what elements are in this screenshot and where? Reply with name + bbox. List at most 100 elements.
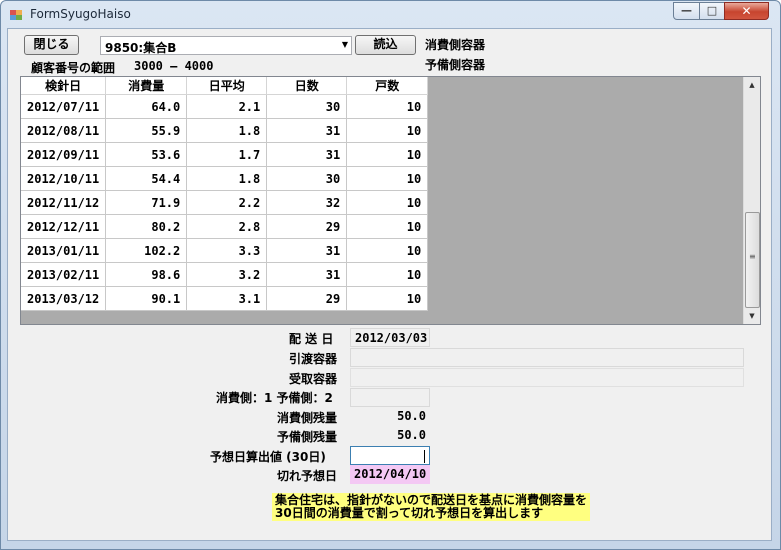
- table-cell[interactable]: 30: [266, 166, 348, 191]
- info-note-line2: 30日間の消費量で割って切れ予想日を算出します: [275, 506, 544, 520]
- table-cell[interactable]: 54.4: [105, 166, 188, 191]
- table-cell[interactable]: 102.2: [105, 238, 188, 263]
- scroll-down-icon[interactable]: ▼: [744, 308, 760, 324]
- consumer-remain-field: 50.0: [350, 407, 430, 426]
- consumer-container-label: 消費側容器: [425, 38, 486, 52]
- table-cell[interactable]: 29: [266, 214, 348, 239]
- read-button[interactable]: 読込: [355, 35, 416, 55]
- table-cell[interactable]: 2012/10/11: [21, 166, 107, 191]
- table-cell[interactable]: 3.1: [186, 286, 268, 311]
- table-cell[interactable]: 1.8: [186, 118, 268, 143]
- forecast-calc-label: 予想日算出値 (30日): [210, 450, 326, 464]
- side-selector-field: [350, 388, 430, 407]
- table-cell[interactable]: 3.3: [186, 238, 268, 263]
- table-cell[interactable]: 90.1: [105, 286, 188, 311]
- title-bar[interactable]: FormSyugoHaiso — □ ✕: [1, 1, 780, 29]
- table-cell[interactable]: 10: [346, 166, 429, 191]
- table-cell[interactable]: 1.8: [186, 166, 268, 191]
- table-cell[interactable]: 2013/02/11: [21, 262, 107, 287]
- table-cell[interactable]: 2012/08/11: [21, 118, 107, 143]
- close-icon: ✕: [741, 4, 752, 18]
- customer-range-label: 顧客番号の範囲: [31, 61, 116, 75]
- readings-table: 検針日 消費量 日平均 日数 戸数 2012/07/11 64.0 2.1 30 10 2…: [21, 77, 429, 311]
- info-note: 集合住宅は、指針がないので配送日を基点に消費側容量を 30日間の消費量で割って切…: [272, 493, 591, 521]
- chevron-down-icon[interactable]: ▼: [342, 40, 348, 49]
- table-cell[interactable]: 2012/07/11: [21, 94, 107, 119]
- combo-value: 9850:集合B: [105, 41, 177, 55]
- table-row[interactable]: 2012/08/11 55.9 1.8 31 10: [21, 118, 429, 143]
- table-cell[interactable]: 10: [346, 238, 429, 263]
- scroll-up-icon[interactable]: ▲: [744, 77, 760, 93]
- table-row[interactable]: 2012/12/11 80.2 2.8 29 10: [21, 214, 429, 239]
- table-cell[interactable]: 10: [346, 214, 429, 239]
- column-header[interactable]: 消費量: [105, 77, 188, 95]
- table-cell[interactable]: 2012/12/11: [21, 214, 107, 239]
- table-cell[interactable]: 30: [266, 94, 348, 119]
- column-header[interactable]: 日平均: [186, 77, 268, 95]
- table-row[interactable]: 2012/10/11 54.4 1.8 30 10: [21, 166, 429, 191]
- table-row[interactable]: 2013/01/11 102.2 3.3 31 10: [21, 238, 429, 263]
- column-header[interactable]: 戸数: [346, 77, 429, 95]
- table-cell[interactable]: 32: [266, 190, 348, 215]
- table-cell[interactable]: 2.1: [186, 94, 268, 119]
- close-button[interactable]: 閉じる: [24, 35, 79, 55]
- receive-container-label: 受取容器: [289, 372, 338, 386]
- table-cell[interactable]: 29: [266, 286, 348, 311]
- cutoff-forecast-label: 切れ予想日: [277, 469, 338, 483]
- table-cell[interactable]: 10: [346, 286, 429, 311]
- close-window-button[interactable]: ✕: [724, 2, 769, 20]
- table-cell[interactable]: 2.8: [186, 214, 268, 239]
- table-cell[interactable]: 53.6: [105, 142, 188, 167]
- minimize-button[interactable]: —: [673, 2, 700, 20]
- table-cell[interactable]: 71.9: [105, 190, 188, 215]
- table-row[interactable]: 2013/02/11 98.6 3.2 31 10: [21, 262, 429, 287]
- table-cell[interactable]: 10: [346, 142, 429, 167]
- app-icon: [10, 10, 22, 20]
- column-header[interactable]: 検針日: [21, 77, 107, 95]
- window-title: FormSyugoHaiso: [30, 7, 131, 21]
- table-cell[interactable]: 98.6: [105, 262, 188, 287]
- table-row[interactable]: 2013/03/12 90.1 3.1 29 10: [21, 286, 429, 311]
- text-caret: [424, 450, 425, 463]
- table-row[interactable]: 2012/11/12 71.9 2.2 32 10: [21, 190, 429, 215]
- table-cell[interactable]: 31: [266, 262, 348, 287]
- grip-icon: ≡: [749, 252, 756, 261]
- minimize-icon: —: [681, 4, 692, 17]
- scroll-thumb[interactable]: ≡: [745, 212, 760, 308]
- table-header-row: 検針日 消費量 日平均 日数 戸数: [21, 77, 429, 95]
- table-cell[interactable]: 2012/11/12: [21, 190, 107, 215]
- table-cell[interactable]: 31: [266, 118, 348, 143]
- table-cell[interactable]: 31: [266, 238, 348, 263]
- table-cell[interactable]: 64.0: [105, 94, 188, 119]
- table-cell[interactable]: 55.9: [105, 118, 188, 143]
- spare-container-label: 予備側容器: [425, 58, 486, 72]
- table-cell[interactable]: 2013/03/12: [21, 286, 107, 311]
- maximize-button[interactable]: □: [699, 2, 725, 20]
- readings-grid[interactable]: 検針日 消費量 日平均 日数 戸数 2012/07/11 64.0 2.1 30 10 2…: [20, 76, 761, 325]
- table-cell[interactable]: 3.2: [186, 262, 268, 287]
- table-cell[interactable]: 10: [346, 118, 429, 143]
- table-cell[interactable]: 2013/01/11: [21, 238, 107, 263]
- spare-remain-label: 予備側残量: [277, 430, 338, 444]
- customer-combo[interactable]: 9850:集合B ▼: [100, 36, 352, 55]
- table-cell[interactable]: 1.7: [186, 142, 268, 167]
- table-row[interactable]: 2012/09/11 53.6 1.7 31 10: [21, 142, 429, 167]
- table-cell[interactable]: 2012/09/11: [21, 142, 107, 167]
- table-cell[interactable]: 2.2: [186, 190, 268, 215]
- grid-scrollbar[interactable]: ▲ ≡ ▼: [743, 77, 760, 324]
- column-header[interactable]: 日数: [266, 77, 348, 95]
- table-cell[interactable]: 10: [346, 94, 429, 119]
- consumer-remain-label: 消費側残量: [277, 411, 338, 425]
- table-row[interactable]: 2012/07/11 64.0 2.1 30 10: [21, 94, 429, 119]
- spare-remain-field: 50.0: [350, 426, 430, 445]
- table-cell[interactable]: 80.2: [105, 214, 188, 239]
- table-cell[interactable]: 10: [346, 262, 429, 287]
- customer-range-value: 3000 ― 4000: [134, 59, 214, 73]
- forecast-calc-input[interactable]: [350, 446, 430, 465]
- maximize-icon: □: [706, 4, 718, 17]
- table-cell[interactable]: 31: [266, 142, 348, 167]
- handover-container-field: [350, 348, 744, 367]
- side-selector-label: 消費側：1 予備側：2: [216, 391, 333, 405]
- delivery-date-label: 配 送 日: [289, 332, 334, 346]
- table-cell[interactable]: 10: [346, 190, 429, 215]
